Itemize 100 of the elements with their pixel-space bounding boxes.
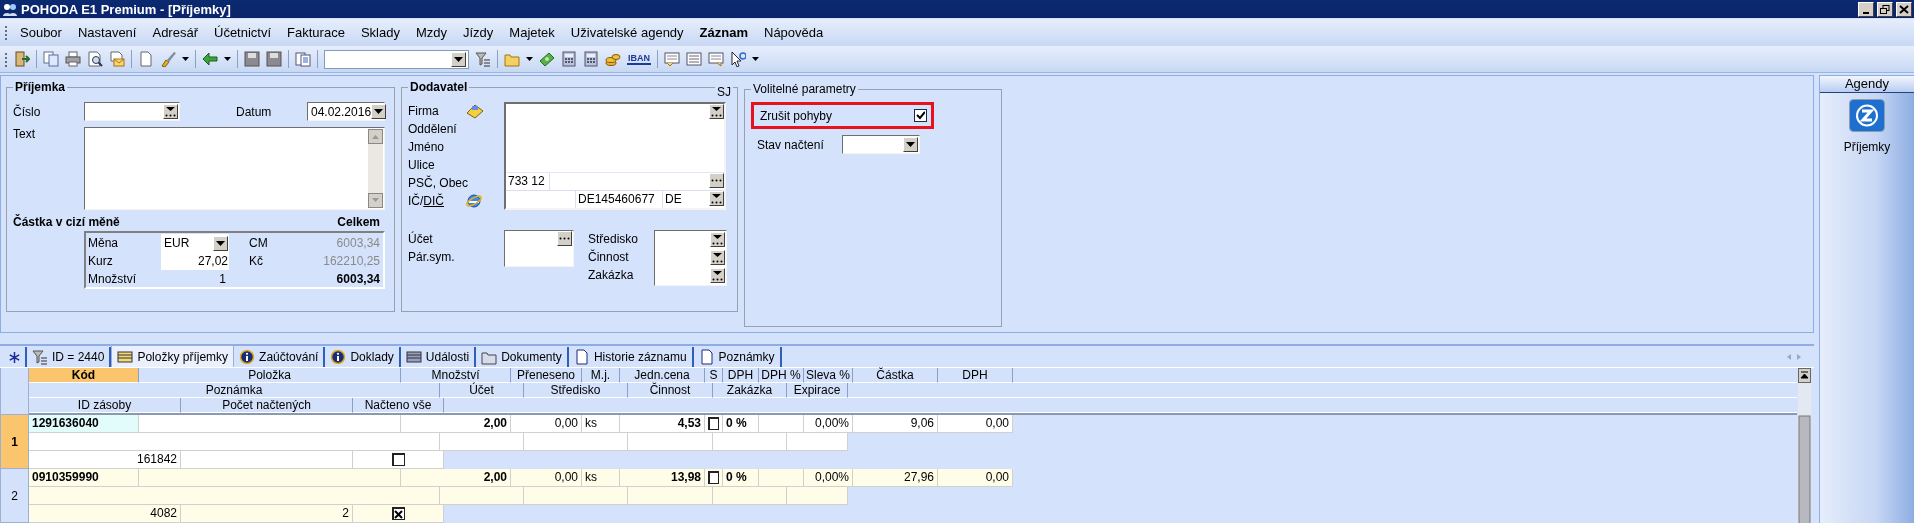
menu-item[interactable]: Fakturace: [279, 25, 353, 40]
dropdown-button[interactable]: [903, 137, 918, 152]
help-pointer-icon[interactable]: [730, 51, 746, 67]
agenda-item[interactable]: Příjemky: [1820, 93, 1914, 154]
menu-item[interactable]: Účetnictví: [206, 25, 280, 40]
menu-item[interactable]: Nastavení: [69, 25, 145, 40]
mail-icon[interactable]: [109, 51, 125, 67]
dropdown-button[interactable]: [371, 104, 387, 119]
list-icon[interactable]: [686, 51, 702, 67]
input-field[interactable]: 733 12: [506, 173, 550, 190]
number-field[interactable]: [84, 102, 180, 121]
caret-icon: [216, 240, 225, 246]
calculator-icon[interactable]: [583, 51, 599, 67]
back-arrow-icon[interactable]: [202, 51, 218, 67]
brush-icon[interactable]: [160, 51, 176, 67]
menu-item[interactable]: Záznam: [691, 25, 756, 40]
centre-field[interactable]: [654, 230, 727, 286]
menu-item[interactable]: Nápověda: [756, 25, 832, 40]
menu-item[interactable]: Majetek: [501, 25, 563, 40]
menu-item[interactable]: Jízdy: [455, 25, 502, 40]
caret-icon[interactable]: [224, 57, 231, 61]
column-header[interactable]: Činnost: [628, 383, 713, 398]
column-header[interactable]: Počet načtených: [181, 398, 353, 413]
column-header[interactable]: Částka: [853, 368, 938, 383]
menu-item[interactable]: Sklady: [352, 25, 408, 40]
column-header[interactable]: Množství: [401, 368, 511, 383]
print-preview-icon[interactable]: [87, 51, 103, 67]
restore-button[interactable]: [1877, 1, 1893, 17]
row-header[interactable]: 1: [0, 415, 29, 469]
minimize-button[interactable]: [1858, 1, 1874, 17]
column-header[interactable]: Položka: [139, 368, 401, 383]
lookup-button[interactable]: [710, 250, 725, 265]
ellipsis-button[interactable]: [557, 231, 572, 246]
dic-link[interactable]: DIČ: [423, 194, 444, 208]
text-area[interactable]: [84, 127, 385, 210]
lookup-button[interactable]: [163, 104, 178, 119]
caret-icon[interactable]: [526, 57, 533, 61]
caret-icon[interactable]: [182, 57, 189, 61]
exit-icon[interactable]: [14, 51, 30, 67]
column-header[interactable]: Zakázka: [713, 383, 787, 398]
row-header[interactable]: 2: [0, 469, 29, 523]
menu-item[interactable]: Mzdy: [407, 25, 455, 40]
floppy-icon[interactable]: [266, 51, 282, 67]
money-icon[interactable]: [539, 51, 555, 67]
new-document-icon[interactable]: [138, 51, 154, 67]
table-cell: 4,53: [620, 415, 705, 433]
copy-icon[interactable]: [43, 51, 59, 67]
lookup-button[interactable]: [710, 232, 725, 247]
printer-icon[interactable]: [65, 51, 81, 67]
group-title: Volitelné parametry: [752, 82, 857, 96]
lookup-button[interactable]: [709, 191, 724, 206]
column-header[interactable]: ID zásoby: [29, 398, 181, 413]
menu-item[interactable]: Soubor: [12, 25, 70, 40]
caret-icon[interactable]: [752, 57, 759, 61]
note-icon[interactable]: [664, 51, 680, 67]
checkbox[interactable]: [708, 417, 719, 430]
column-header[interactable]: Poznámka: [29, 383, 440, 398]
field-label: CM: [249, 236, 269, 250]
clipboard-icon[interactable]: [295, 51, 311, 67]
checkbox[interactable]: [914, 109, 927, 122]
tab[interactable]: Položky příjemky: [111, 345, 235, 367]
date-field[interactable]: 04.02.2016: [307, 102, 385, 121]
column-header[interactable]: Účet: [440, 383, 524, 398]
close-button[interactable]: [1896, 1, 1912, 17]
panel-title: Agendy: [1820, 76, 1914, 93]
menu-item[interactable]: Uživatelské agendy: [562, 25, 692, 40]
state-dropdown[interactable]: [842, 135, 920, 154]
filter-icon[interactable]: [475, 51, 491, 67]
column-header[interactable]: Jedn.cena: [620, 368, 705, 383]
lookup-button[interactable]: [709, 104, 724, 119]
note-icon[interactable]: [708, 51, 724, 67]
floppy-icon[interactable]: [244, 51, 260, 67]
column-header[interactable]: DPH: [938, 368, 1013, 383]
coins-icon[interactable]: [605, 51, 621, 67]
checkbox[interactable]: [391, 507, 405, 520]
column-header[interactable]: Načteno vše: [353, 398, 444, 413]
dropdown-button[interactable]: [213, 235, 228, 251]
input-field[interactable]: 27,02: [161, 252, 229, 270]
menu-item[interactable]: Adresář: [144, 25, 206, 40]
checkbox[interactable]: [391, 453, 405, 466]
currency-dropdown[interactable]: EUR: [161, 234, 229, 252]
column-header[interactable]: DPH %: [759, 368, 804, 383]
column-header[interactable]: S: [705, 368, 723, 383]
input-field[interactable]: DE145460677: [576, 191, 663, 208]
iban-button[interactable]: IBAN: [627, 53, 651, 65]
lookup-button[interactable]: [710, 268, 725, 283]
column-header[interactable]: M.j.: [582, 368, 620, 383]
checkbox[interactable]: [708, 471, 719, 484]
calculator-icon[interactable]: [561, 51, 577, 67]
column-header[interactable]: Středisko: [524, 383, 628, 398]
column-header[interactable]: Přeneseno: [511, 368, 582, 383]
input-field[interactable]: DE: [663, 191, 709, 208]
table-cell: 0910359990: [29, 469, 139, 487]
column-header[interactable]: Expirace: [787, 383, 848, 398]
ellipsis-button[interactable]: [709, 173, 724, 188]
account-field[interactable]: [504, 230, 574, 267]
column-header[interactable]: DPH: [723, 368, 759, 383]
dropdown-button[interactable]: [451, 51, 466, 67]
column-header[interactable]: Kód: [29, 368, 139, 383]
column-header[interactable]: Sleva %: [804, 368, 853, 383]
